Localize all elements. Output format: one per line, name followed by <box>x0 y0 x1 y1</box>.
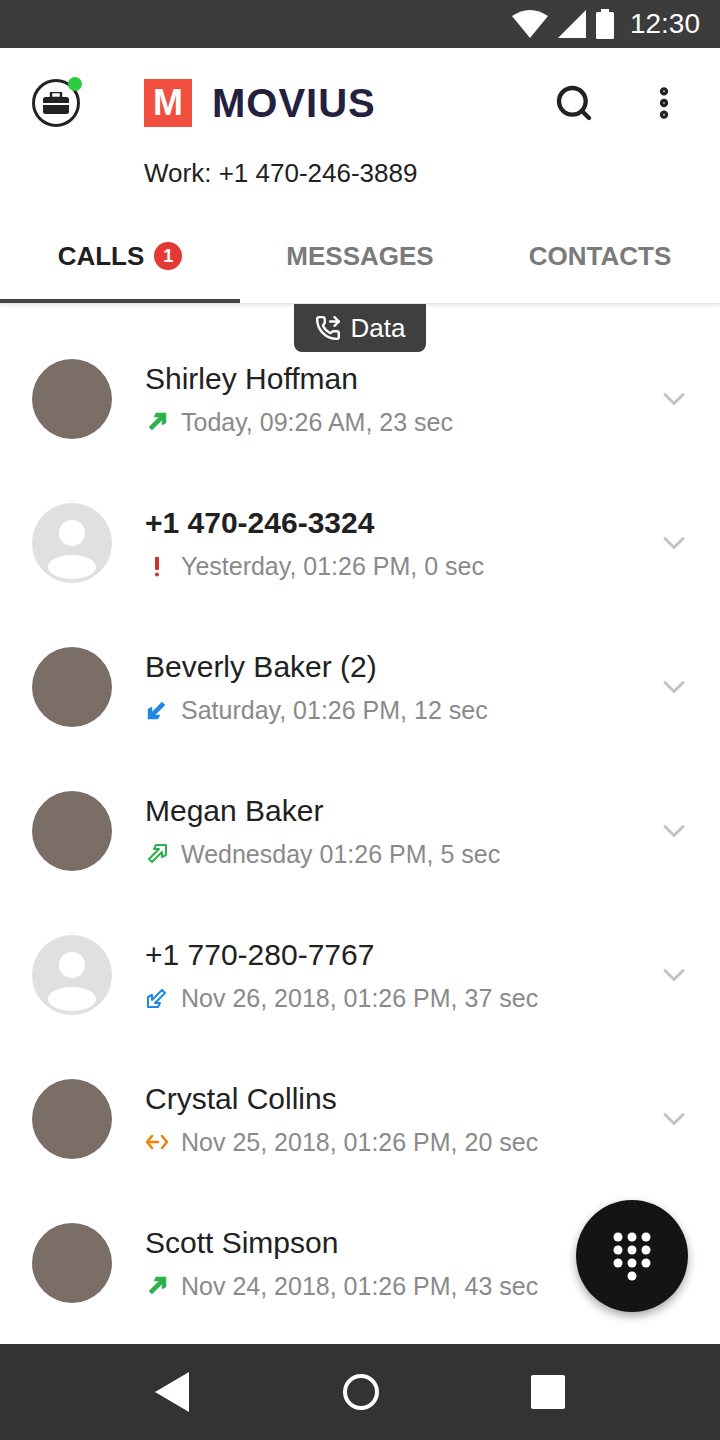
call-detail: Nov 26, 2018, 01:26 PM, 37 sec <box>181 983 538 1013</box>
status-bar: 12:30 <box>0 0 720 48</box>
battery-icon <box>596 9 614 39</box>
call-row[interactable]: Crystal Collins Nov 25, 2018, 01:26 PM, 2… <box>0 1047 720 1191</box>
recents-icon[interactable] <box>531 1375 565 1409</box>
call-row[interactable]: +1 470-246-3324 Yesterday, 01:26 PM, 0 se… <box>0 471 720 615</box>
wifi-icon <box>512 10 548 38</box>
call-mode-chip[interactable]: Data <box>294 304 426 352</box>
avatar-photo <box>32 647 112 727</box>
work-number: Work: +1 470-246-3889 <box>0 158 720 188</box>
expand-icon[interactable] <box>656 525 692 561</box>
avatar-placeholder <box>32 503 112 583</box>
work-profile-button[interactable] <box>32 79 80 127</box>
call-detail: Nov 24, 2018, 01:26 PM, 43 sec <box>181 1271 538 1301</box>
call-name: Crystal Collins <box>145 1081 656 1117</box>
tab[interactable]: CALLS1 <box>0 208 240 303</box>
expand-icon[interactable] <box>656 1101 692 1137</box>
phone-icon <box>315 315 341 341</box>
home-icon[interactable] <box>341 1372 381 1412</box>
call-detail: Wednesday 01:26 PM, 5 sec <box>181 839 500 869</box>
call-name: Megan Baker <box>145 793 656 829</box>
briefcase-icon <box>43 92 69 114</box>
tab[interactable]: CONTACTS <box>480 208 720 303</box>
expand-icon[interactable] <box>656 957 692 993</box>
outgoing-call-icon <box>145 842 169 866</box>
expand-icon[interactable] <box>656 381 692 417</box>
person-icon <box>32 503 112 583</box>
back-icon[interactable] <box>155 1372 191 1412</box>
call-name: Beverly Baker (2) <box>145 649 656 685</box>
avatar-photo <box>32 791 112 871</box>
incoming-call-icon <box>145 698 169 722</box>
outgoing-call-icon <box>145 410 169 434</box>
expand-icon[interactable] <box>656 813 692 849</box>
avatar-placeholder <box>32 935 112 1015</box>
signal-icon <box>558 10 586 38</box>
avatar-photo <box>32 359 112 439</box>
more-options-icon[interactable] <box>644 83 684 123</box>
tab-indicator <box>0 299 240 303</box>
app-header: MMOVIUS Work: +1 470-246-3889 <box>0 48 720 208</box>
missed-call-icon <box>145 554 169 578</box>
call-detail: Today, 09:26 AM, 23 sec <box>181 407 453 437</box>
call-row[interactable]: +1 770-280-7767 Nov 26, 2018, 01:26 PM, 3… <box>0 903 720 1047</box>
call-detail: Saturday, 01:26 PM, 12 sec <box>181 695 488 725</box>
call-row[interactable]: Megan Baker Wednesday 01:26 PM, 5 sec <box>0 759 720 903</box>
call-detail: Yesterday, 01:26 PM, 0 sec <box>181 551 484 581</box>
online-dot <box>68 77 82 91</box>
dialpad-icon <box>612 1231 652 1281</box>
incoming-call-icon <box>145 986 169 1010</box>
navigation-bar <box>0 1344 720 1440</box>
call-row[interactable]: Beverly Baker (2) Saturday, 01:26 PM, 12 … <box>0 615 720 759</box>
app-screen: 12:30MMOVIUSWork: +1 470-246-3889CALLS1M… <box>0 0 720 1440</box>
dialpad-button[interactable] <box>576 1200 688 1312</box>
call-detail: Nov 25, 2018, 01:26 PM, 20 sec <box>181 1127 538 1157</box>
call-name: +1 770-280-7767 <box>145 937 656 973</box>
person-icon <box>32 935 112 1015</box>
tab[interactable]: MESSAGES <box>240 208 480 303</box>
outgoing-call-icon <box>145 1274 169 1298</box>
call-name: +1 470-246-3324 <box>145 505 656 541</box>
movius-logo: MMOVIUS <box>144 79 376 127</box>
clock: 12:30 <box>630 8 700 40</box>
expand-icon[interactable] <box>656 669 692 705</box>
avatar-photo <box>32 1079 112 1159</box>
forwarded-call-icon <box>145 1130 169 1154</box>
avatar-photo <box>32 1223 112 1303</box>
tab-bar: CALLS1MESSAGESCONTACTS <box>0 208 720 304</box>
tab-badge: 1 <box>154 242 182 270</box>
search-icon[interactable] <box>554 83 594 123</box>
call-list: Data Shirley Hoffman Today, 09:26 AM, 23 s… <box>0 304 720 1344</box>
call-name: Shirley Hoffman <box>145 361 656 397</box>
